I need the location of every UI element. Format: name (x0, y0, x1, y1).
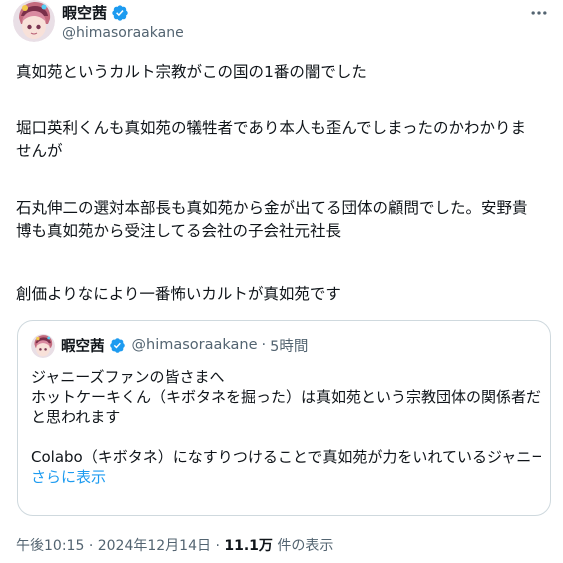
footer-separator: · (88, 538, 94, 554)
quoted-text: ジャニーズファンの皆さまへ ホットケーキくん（キボタネを掘った）は真如苑という宗… (31, 367, 541, 487)
display-name[interactable]: 暇空茜 (62, 4, 107, 22)
views-label: 件の表示 (277, 538, 334, 554)
post-paragraph: 真如苑というカルト宗教がこの国の1番の闇でした (16, 61, 551, 84)
show-more-link[interactable]: さらに表示 (31, 467, 541, 487)
more-dots-icon[interactable] (527, 1, 551, 25)
post-paragraph: 堀口英利くんも真如苑の犠牲者であり本人も歪んでしまったのかわかりま せんが (16, 117, 551, 162)
text-line: Colabo（キボタネ）になすりつけることで真如苑が力をいれているジャニーズ..… (31, 448, 541, 466)
quoted-time: 5時間 (270, 338, 309, 355)
post-date[interactable]: 2024年12月14日 (98, 538, 211, 554)
post: 暇空茜 @himasoraakane 真如苑というカルト宗教がこの国の1番の闇で… (0, 0, 563, 563)
text-line: ジャニーズファンの皆さまへ (31, 368, 225, 386)
avatar[interactable] (13, 0, 55, 42)
quoted-header: 暇空茜 @himasoraakane · 5時間 (61, 335, 308, 355)
quoted-avatar[interactable] (31, 334, 55, 358)
quoted-separator: · (261, 337, 267, 353)
verified-badge-icon (111, 4, 129, 22)
text-line: 石丸伸二の選対本部長も真如苑から金が出てる団体の顧問でした。安野貴 (16, 199, 528, 217)
handle[interactable]: @himasoraakane (62, 24, 184, 42)
verified-badge-icon (109, 337, 126, 354)
quoted-post[interactable]: 暇空茜 @himasoraakane · 5時間 ジャニーズファンの皆さまへ ホ… (17, 320, 551, 516)
footer-separator: · (215, 538, 220, 554)
text-line: ホットケーキくん（キボタネを掘った）は真如苑という宗教団体の関係者だった (31, 388, 541, 406)
post-time[interactable]: 午後10:15 (16, 538, 84, 554)
text-line: 創価よりなにより一番怖いカルトが真如苑です (16, 285, 341, 303)
quoted-display-name: 暇空茜 (61, 338, 105, 355)
post-footer: 午後10:15 · 2024年12月14日 · 11.1万 件の表示 (16, 537, 333, 555)
text-line: 堀口英利くんも真如苑の犠牲者であり本人も歪んでしまったのかわかりま (16, 119, 526, 137)
text-line: せんが (16, 141, 63, 160)
post-paragraph: 石丸伸二の選対本部長も真如苑から金が出てる団体の顧問でした。安野貴 博も真如苑か… (16, 197, 551, 242)
views-count: 11.1万 (224, 538, 273, 554)
author-row: 暇空茜 (62, 3, 129, 23)
text-line: 博も真如苑から受注してる会社の子会社元社長 (16, 221, 342, 240)
text-line: 真如苑というカルト宗教がこの国の1番の闇でした (16, 63, 367, 81)
text-line: と思われます (31, 408, 121, 426)
post-paragraph: 創価よりなにより一番怖いカルトが真如苑です (16, 283, 551, 306)
text-line (31, 427, 541, 447)
quoted-handle: @himasoraakane (131, 337, 258, 353)
